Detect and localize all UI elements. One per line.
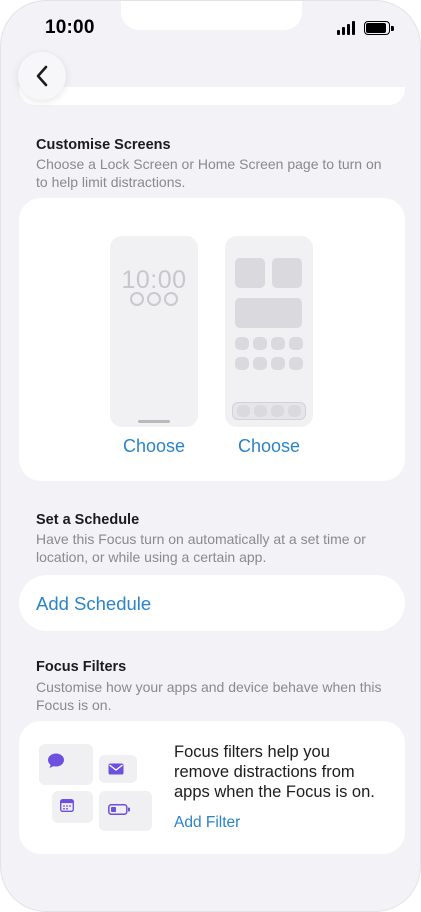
choose-home-screen-link[interactable]: Choose bbox=[225, 436, 313, 457]
calendar-icon bbox=[60, 799, 74, 812]
app-icon bbox=[235, 337, 249, 350]
filter-tile-messages bbox=[39, 744, 93, 785]
lock-widgets bbox=[130, 292, 178, 306]
app-icon bbox=[289, 337, 303, 350]
low-power-battery-icon bbox=[108, 804, 130, 815]
lock-screen-time: 10:00 bbox=[121, 266, 187, 294]
screens-card: 10:00 Choose Choose bbox=[19, 198, 405, 481]
back-button[interactable] bbox=[18, 52, 66, 100]
focus-filters-title: Focus Filters bbox=[36, 659, 127, 675]
schedule-title: Set a Schedule bbox=[36, 512, 140, 528]
focus-filters-card: Focus filters help you remove distractio… bbox=[19, 721, 405, 854]
chevron-left-icon bbox=[36, 65, 48, 87]
add-filter-link[interactable]: Add Filter bbox=[174, 814, 240, 832]
home-screen-preview[interactable] bbox=[225, 236, 313, 427]
device-notch bbox=[121, 1, 302, 30]
status-time: 10:00 bbox=[45, 17, 95, 38]
customise-screens-title: Customise Screens bbox=[36, 137, 171, 153]
app-widget bbox=[272, 258, 302, 288]
app-icon bbox=[271, 357, 285, 370]
app-widget bbox=[235, 258, 265, 288]
device-screen: 10:00 Customise Screens Choose a Lock Sc… bbox=[0, 0, 421, 912]
add-schedule-row[interactable]: Add Schedule bbox=[19, 575, 405, 631]
add-schedule-link[interactable]: Add Schedule bbox=[36, 593, 151, 615]
app-icon bbox=[235, 357, 249, 370]
choose-lock-screen-link[interactable]: Choose bbox=[110, 436, 198, 457]
message-bubble-icon bbox=[48, 753, 64, 768]
filter-tile-battery bbox=[99, 791, 152, 831]
previous-card-edge bbox=[19, 87, 405, 105]
schedule-description: Have this Focus turn on automatically at… bbox=[36, 531, 366, 565]
filter-tile-mail bbox=[99, 755, 137, 783]
lock-screen-preview[interactable]: 10:00 bbox=[110, 236, 198, 427]
app-icon bbox=[253, 337, 267, 350]
focus-filters-info-text: Focus filters help you remove distractio… bbox=[174, 743, 375, 801]
home-indicator bbox=[138, 420, 170, 423]
envelope-icon bbox=[108, 763, 124, 775]
focus-filters-description: Customise how your apps and device behav… bbox=[36, 679, 382, 713]
customise-screens-description: Choose a Lock Screen or Home Screen page… bbox=[36, 156, 382, 190]
filter-tile-calendar bbox=[52, 791, 93, 823]
large-widget bbox=[235, 298, 302, 328]
app-icon bbox=[253, 357, 267, 370]
battery-icon bbox=[364, 21, 394, 35]
dock bbox=[232, 402, 306, 420]
app-icon bbox=[271, 337, 285, 350]
cellular-signal-icon bbox=[337, 21, 357, 35]
app-icon bbox=[289, 357, 303, 370]
